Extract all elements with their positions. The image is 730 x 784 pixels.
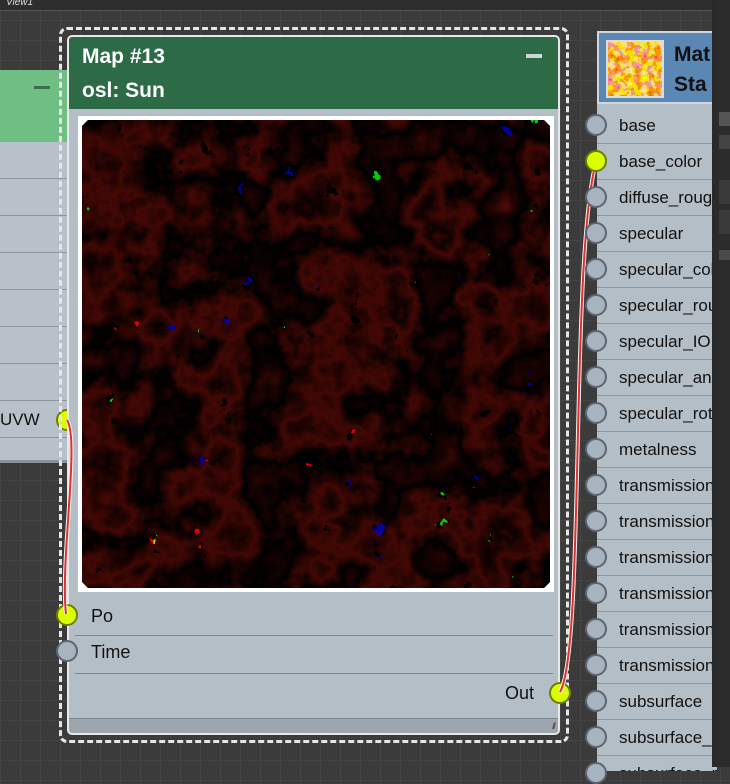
material-thumbnail (606, 40, 664, 98)
port-row: specular_rotation (597, 396, 717, 432)
material-port-socket[interactable] (585, 762, 607, 784)
port-row: specular (597, 216, 717, 252)
material-node[interactable]: Mat Sta base base_color diffuse_roughnes… (597, 31, 717, 771)
material-port-socket[interactable] (585, 510, 607, 532)
material-node-header[interactable]: Mat Sta (597, 31, 717, 104)
command-panel (717, 0, 730, 767)
material-port-socket[interactable] (585, 690, 607, 712)
port-row: specular_color (597, 252, 717, 288)
material-port-socket[interactable] (585, 654, 607, 676)
port-row: transmission_depth (597, 540, 717, 576)
material-node-title: Mat (674, 43, 711, 66)
port-row: subsurface_color (597, 720, 717, 756)
material-port-socket[interactable] (585, 366, 607, 388)
port-row: transmission_color (597, 504, 717, 540)
port-row: transmission_dispersion (597, 648, 717, 684)
material-port-socket[interactable] (585, 726, 607, 748)
port-row: subsurface_radius (597, 756, 717, 771)
port-row: specular_roughness (597, 288, 717, 324)
material-port-socket[interactable] (585, 150, 607, 172)
port-row: base_color (597, 144, 717, 180)
material-port-socket[interactable] (585, 222, 607, 244)
port-row: specular_IOR (597, 324, 717, 360)
port-row: metalness (597, 432, 717, 468)
material-port-socket[interactable] (585, 114, 607, 136)
port-row: transmission_scatter_anisotropy (597, 612, 717, 648)
port-row: specular_anisotropy (597, 360, 717, 396)
port-row: base (597, 108, 717, 144)
port-row: transmission (597, 468, 717, 504)
material-port-socket[interactable] (585, 402, 607, 424)
port-row: diffuse_roughness (597, 180, 717, 216)
material-port-socket[interactable] (585, 186, 607, 208)
material-port-socket[interactable] (585, 618, 607, 640)
material-port-socket[interactable] (585, 582, 607, 604)
material-port-socket[interactable] (585, 258, 607, 280)
material-port-socket[interactable] (585, 474, 607, 496)
material-node-subtitle: Sta (674, 73, 707, 96)
material-port-socket[interactable] (585, 330, 607, 352)
material-port-socket[interactable] (585, 546, 607, 568)
port-row: transmission_scatter (597, 576, 717, 612)
port-row: subsurface (597, 684, 717, 720)
material-port-socket[interactable] (585, 294, 607, 316)
material-port-socket[interactable] (585, 438, 607, 460)
